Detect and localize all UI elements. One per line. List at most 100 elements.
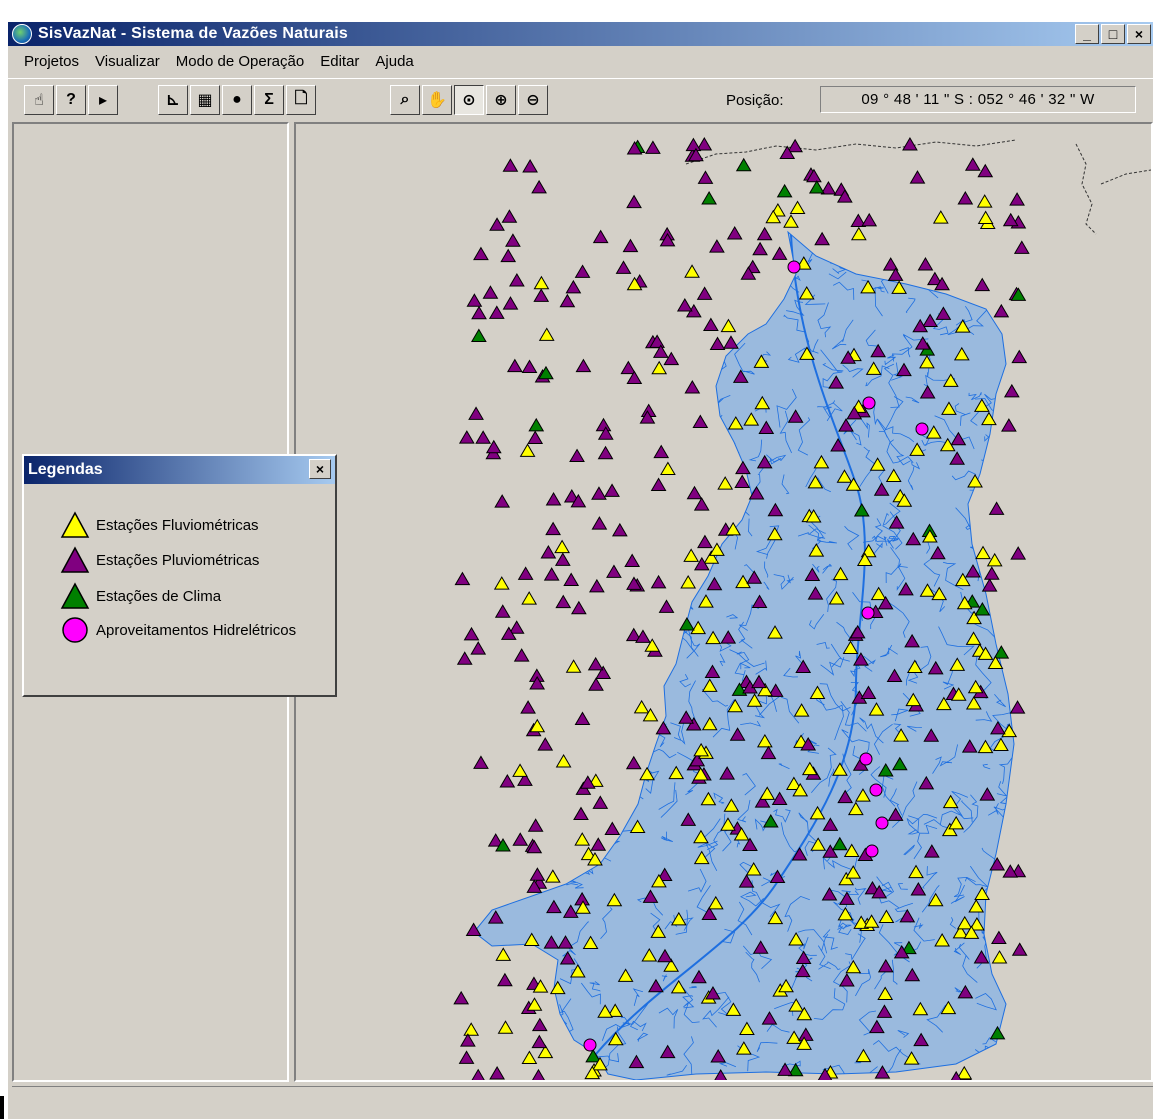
zoom-window-icon[interactable]: ⊙ xyxy=(454,85,484,115)
station-triangle-marker xyxy=(502,296,519,310)
legend-close-button[interactable]: × xyxy=(309,459,331,479)
station-triangle-marker xyxy=(650,574,667,589)
station-triangle-marker xyxy=(626,194,642,209)
station-triangle-marker xyxy=(808,179,825,194)
station-triangle-marker xyxy=(456,651,473,665)
station-triangle-marker xyxy=(976,194,993,208)
toolbar: ☝? ▸ ⊾ ▦ ● Σ 🗋 ⌕ ✋ ⊙ ⊕ ⊖ Posição: 09 ° 48 ' 11 " … xyxy=(8,78,1153,116)
station-triangle-marker xyxy=(509,273,525,287)
station-triangle-marker xyxy=(471,305,487,320)
app-window: SisVazNat - Sistema de Vazões Naturais _… xyxy=(6,20,1153,1119)
legend-item-fluviometricas: Estações Fluviométricas xyxy=(60,510,259,540)
station-triangle-marker xyxy=(590,837,607,851)
station-triangle-marker xyxy=(1003,383,1020,398)
zoom-in-icon[interactable]: ⊕ xyxy=(486,85,516,115)
globe-icon[interactable]: ● xyxy=(222,85,252,115)
station-triangle-marker xyxy=(624,553,641,568)
station-triangle-marker xyxy=(538,327,555,341)
station-triangle-marker xyxy=(592,795,609,809)
station-triangle-marker xyxy=(573,806,589,821)
station-triangle-marker xyxy=(1011,942,1028,956)
station-triangle-marker xyxy=(543,567,560,581)
station-triangle-marker xyxy=(458,1050,475,1064)
map-view[interactable] xyxy=(294,122,1153,1082)
legend-item-hidreletricos: Aproveitamentos Hidrelétricos xyxy=(60,615,296,645)
close-button[interactable]: × xyxy=(1127,24,1151,44)
station-triangle-marker xyxy=(684,264,700,278)
legend-title-bar[interactable]: Legendas × xyxy=(24,456,335,484)
station-triangle-marker xyxy=(964,157,981,171)
legend-label: Aproveitamentos Hidrelétricos xyxy=(96,621,297,639)
maximize-button[interactable]: □ xyxy=(1101,24,1125,44)
station-triangle-marker xyxy=(686,485,703,500)
station-triangle-marker xyxy=(814,231,830,246)
station-triangle-marker xyxy=(463,626,480,641)
chart-icon[interactable]: ⊾ xyxy=(158,85,188,115)
station-triangle-marker xyxy=(463,1022,480,1036)
new-document-icon[interactable]: 🗋 xyxy=(286,85,316,115)
select-tool-icon[interactable]: ▸ xyxy=(88,85,118,115)
legend-window[interactable]: Legendas × Estações Fluviométricas Estaç… xyxy=(22,454,337,697)
station-triangle-marker xyxy=(502,158,519,172)
title-bar[interactable]: SisVazNat - Sistema de Vazões Naturais _… xyxy=(8,22,1153,46)
sum-icon[interactable]: Σ xyxy=(254,85,284,115)
menu-projetos[interactable]: Projetos xyxy=(16,53,87,70)
station-triangle-marker xyxy=(453,990,470,1005)
station-triangle-marker xyxy=(473,755,489,769)
station-triangle-marker xyxy=(537,737,554,751)
station-triangle-marker xyxy=(756,226,773,241)
menu-modo-de-operacao[interactable]: Modo de Operação xyxy=(168,53,312,70)
menu-visualizar[interactable]: Visualizar xyxy=(87,53,168,70)
legend-label: Estações Pluviométricas xyxy=(96,551,260,569)
station-triangle-marker xyxy=(489,1066,505,1080)
station-triangle-marker xyxy=(459,1033,476,1047)
station-triangle-marker xyxy=(575,358,592,373)
station-triangle-marker xyxy=(720,318,737,333)
station-triangle-marker xyxy=(513,648,530,662)
station-triangle-marker xyxy=(466,293,483,307)
station-triangle-marker xyxy=(565,279,582,294)
station-triangle-marker xyxy=(559,293,576,308)
menu-editar[interactable]: Editar xyxy=(312,53,367,70)
hydro-plant-marker xyxy=(859,752,873,766)
station-triangle-marker xyxy=(493,576,510,590)
station-triangle-marker xyxy=(611,522,628,537)
station-triangle-marker xyxy=(604,821,621,835)
station-triangle-marker xyxy=(497,972,513,987)
station-triangle-marker xyxy=(505,233,521,247)
toolbar-group-views: ⊾ ▦ ● Σ 🗋 xyxy=(158,85,316,115)
station-triangle-marker xyxy=(734,474,751,489)
station-triangle-marker xyxy=(709,336,726,351)
app-globe-icon[interactable] xyxy=(12,24,32,44)
station-triangle-marker xyxy=(990,930,1007,945)
pan-hand-icon[interactable]: ✋ xyxy=(422,85,452,115)
zoom-extent-icon[interactable]: ⌕ xyxy=(390,85,420,115)
station-triangle-marker xyxy=(497,1020,514,1034)
legend-item-pluviometricas: Estações Pluviométricas xyxy=(60,545,259,575)
station-triangle-marker xyxy=(517,566,534,580)
station-triangle-marker xyxy=(521,1050,538,1064)
map-canvas[interactable] xyxy=(296,124,1151,1080)
station-triangle-marker xyxy=(917,257,934,271)
legend-item-clima: Estações de Clima xyxy=(60,581,221,611)
station-triangle-marker xyxy=(501,209,518,223)
menu-ajuda[interactable]: Ajuda xyxy=(367,53,421,70)
station-triangle-marker xyxy=(545,492,562,506)
pointer-tool-icon[interactable]: ☝ xyxy=(24,85,54,115)
station-triangle-marker xyxy=(495,947,512,961)
minimize-button[interactable]: _ xyxy=(1075,24,1099,44)
station-triangle-marker xyxy=(1013,240,1030,254)
query-tool-icon[interactable]: ? xyxy=(56,85,86,115)
table-icon[interactable]: ▦ xyxy=(190,85,220,115)
station-triangle-marker xyxy=(554,539,570,554)
station-triangle-marker xyxy=(993,303,1010,318)
station-triangle-marker xyxy=(957,190,974,205)
hydro-plant-marker xyxy=(787,260,801,274)
station-triangle-marker xyxy=(991,950,1008,964)
station-triangle-marker xyxy=(983,566,1000,580)
station-triangle-marker xyxy=(622,238,639,253)
station-triangle-marker xyxy=(988,501,1005,515)
station-triangle-marker xyxy=(529,867,546,881)
zoom-out-icon[interactable]: ⊖ xyxy=(518,85,548,115)
status-bar xyxy=(12,1086,1153,1119)
